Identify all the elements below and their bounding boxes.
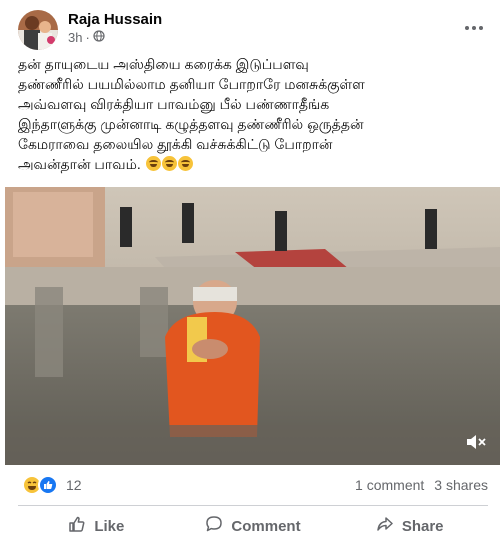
post-text-line: கேமராவை தலையில தூக்கி வச்சுக்கிட்டு போறா… xyxy=(18,136,333,152)
laughing-emoji-icon xyxy=(177,156,193,171)
share-button[interactable]: Share xyxy=(331,508,488,544)
avatar[interactable] xyxy=(18,10,58,50)
post-text-last-line: அவன்தான் பாவம். xyxy=(18,154,488,174)
post-text-line: தண்ணீரில் பயமில்லாம தனியா போறாரே மனசுக்க… xyxy=(18,76,365,92)
comment-button[interactable]: Comment xyxy=(175,508,332,544)
post-video[interactable] xyxy=(5,187,500,465)
post-header: Raja Hussain 3h · xyxy=(18,8,488,50)
volume-muted-icon[interactable] xyxy=(466,433,486,451)
post-card: Raja Hussain 3h · தன் தாயுடைய அஸ்தியை கர… xyxy=(0,0,504,546)
like-label: Like xyxy=(94,517,125,535)
post-text-line: அவ்வளவு விரக்தியா பாவம்னு பீல் பண்ணாதீங்… xyxy=(18,96,330,112)
post-text-line: அவன்தான் பாவம். xyxy=(18,156,141,172)
post-text: தன் தாயுடைய அஸ்தியை கரைக்க இடுப்பளவு தண்… xyxy=(18,54,488,174)
like-button[interactable]: Like xyxy=(18,508,175,544)
like-reaction-icon[interactable] xyxy=(38,475,58,495)
post-text-line: தன் தாயுடைய அஸ்தியை கரைக்க இடுப்பளவு xyxy=(18,56,309,72)
author-name[interactable]: Raja Hussain xyxy=(68,11,162,28)
shares-count[interactable]: 3 shares xyxy=(434,477,488,493)
speech-bubble-icon xyxy=(205,515,223,537)
more-options-icon[interactable] xyxy=(460,18,488,38)
post-text-line: இந்தாளுக்கு முன்னாடி கழுத்தளவு தண்ணீரில்… xyxy=(18,116,364,132)
share-arrow-icon xyxy=(376,515,394,537)
thumbs-up-icon xyxy=(68,515,86,537)
laughing-emoji-icon xyxy=(145,156,161,171)
post-meta: 3h · xyxy=(68,30,105,45)
divider xyxy=(18,505,488,506)
video-frame xyxy=(5,187,500,465)
globe-icon xyxy=(93,30,105,45)
engagement-counts: 1 comment 3 shares xyxy=(355,477,488,493)
post-actions: Like Comment Share xyxy=(18,508,488,544)
share-label: Share xyxy=(401,517,444,535)
comment-label: Comment xyxy=(231,517,301,535)
reactions-count[interactable]: 12 xyxy=(66,477,82,493)
meta-separator: · xyxy=(85,30,90,45)
comments-count[interactable]: 1 comment xyxy=(355,477,424,493)
post-time[interactable]: 3h xyxy=(68,30,82,45)
post-stats: 12 1 comment 3 shares xyxy=(18,475,488,497)
laughing-emoji-icon xyxy=(161,156,177,171)
